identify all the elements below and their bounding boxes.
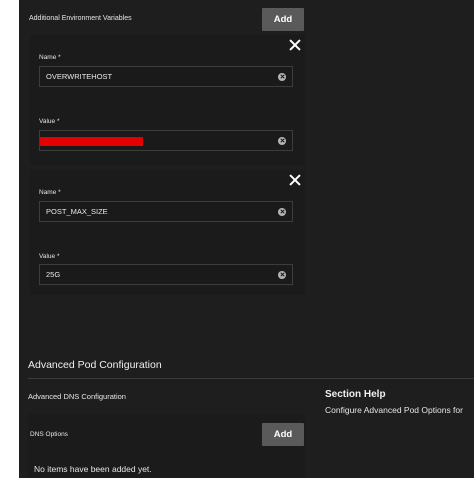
add-dns-option-button[interactable]: Add [262, 423, 304, 446]
value-label: Value * [39, 253, 60, 260]
dns-options-label: DNS Options [30, 431, 68, 438]
value-label: Value * [39, 118, 60, 125]
section-divider [28, 378, 474, 379]
dns-config-title: Advanced DNS Configuration [28, 392, 126, 401]
add-env-var-button[interactable]: Add [262, 8, 304, 31]
dns-options-card: DNS Options Add No items have been added… [28, 414, 305, 478]
name-value: POST_MAX_SIZE [46, 207, 108, 216]
name-label: Name * [39, 189, 61, 196]
advanced-pod-heading: Advanced Pod Configuration [28, 359, 162, 371]
empty-state-text: No items have been added yet. [34, 464, 152, 474]
name-field[interactable]: OVERWRITEHOST [39, 66, 293, 87]
value-field[interactable] [39, 130, 293, 151]
close-icon[interactable] [289, 39, 301, 51]
clear-icon[interactable] [278, 270, 286, 279]
section-help-text: Configure Advanced Pod Options for [325, 405, 463, 415]
name-value: OVERWRITEHOST [46, 72, 113, 81]
value-text: 25G [46, 270, 61, 279]
env-var-item-2: Name * POST_MAX_SIZE Value * 25G [30, 170, 305, 295]
clear-icon[interactable] [278, 72, 286, 81]
env-vars-title: Additional Environment Variables [29, 15, 132, 22]
close-icon[interactable] [289, 174, 301, 186]
section-help-title: Section Help [325, 389, 386, 400]
clear-icon[interactable] [278, 207, 286, 216]
redacted-value-block [40, 137, 143, 146]
name-field[interactable]: POST_MAX_SIZE [39, 201, 293, 222]
app-panel: Additional Environment Variables Add Nam… [19, 0, 474, 478]
name-label: Name * [39, 54, 61, 61]
clear-icon[interactable] [278, 136, 286, 145]
value-field[interactable]: 25G [39, 264, 293, 285]
env-var-item-1: Name * OVERWRITEHOST Value * [30, 35, 305, 165]
